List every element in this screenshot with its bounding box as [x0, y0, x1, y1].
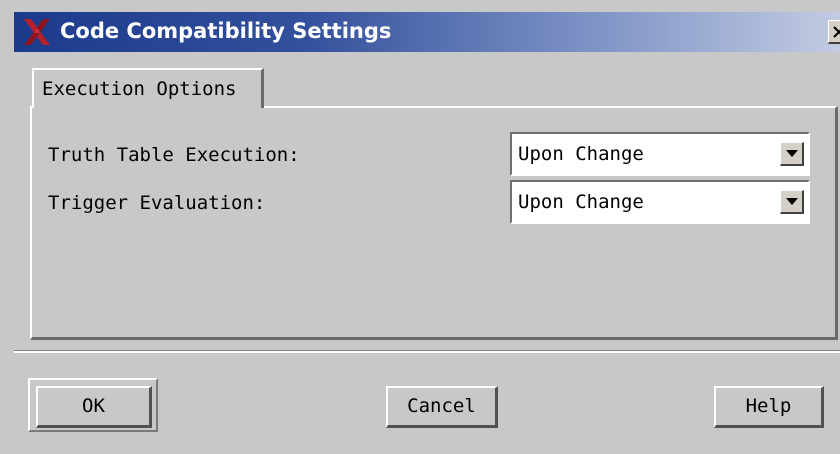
window-title: Code Compatibility Settings — [60, 19, 392, 43]
button-separator — [14, 350, 840, 353]
x-logo-icon — [22, 17, 52, 47]
dropdown-value: Upon Change — [518, 143, 644, 165]
help-button[interactable]: Help — [714, 386, 824, 428]
chevron-down-icon — [786, 150, 798, 157]
close-icon — [833, 26, 840, 38]
truth-table-execution-dropdown[interactable]: Upon Change — [510, 132, 810, 176]
cancel-button[interactable]: Cancel — [386, 386, 498, 428]
dialog-window: Code Compatibility Settings Execution Op… — [0, 0, 840, 454]
ok-button[interactable]: OK — [36, 386, 152, 428]
close-button[interactable] — [828, 20, 840, 44]
tab-execution-options[interactable]: Execution Options — [32, 68, 264, 108]
chevron-down-icon — [786, 198, 798, 205]
trigger-evaluation-label: Trigger Evaluation: — [48, 192, 266, 214]
dropdown-value: Upon Change — [518, 191, 644, 213]
trigger-evaluation-dropdown[interactable]: Upon Change — [510, 180, 810, 224]
dropdown-arrow-button[interactable] — [780, 190, 804, 214]
title-bar[interactable]: Code Compatibility Settings — [14, 12, 840, 52]
truth-table-execution-label: Truth Table Execution: — [48, 144, 300, 166]
tab-label: Execution Options — [42, 78, 237, 100]
dropdown-arrow-button[interactable] — [780, 142, 804, 166]
